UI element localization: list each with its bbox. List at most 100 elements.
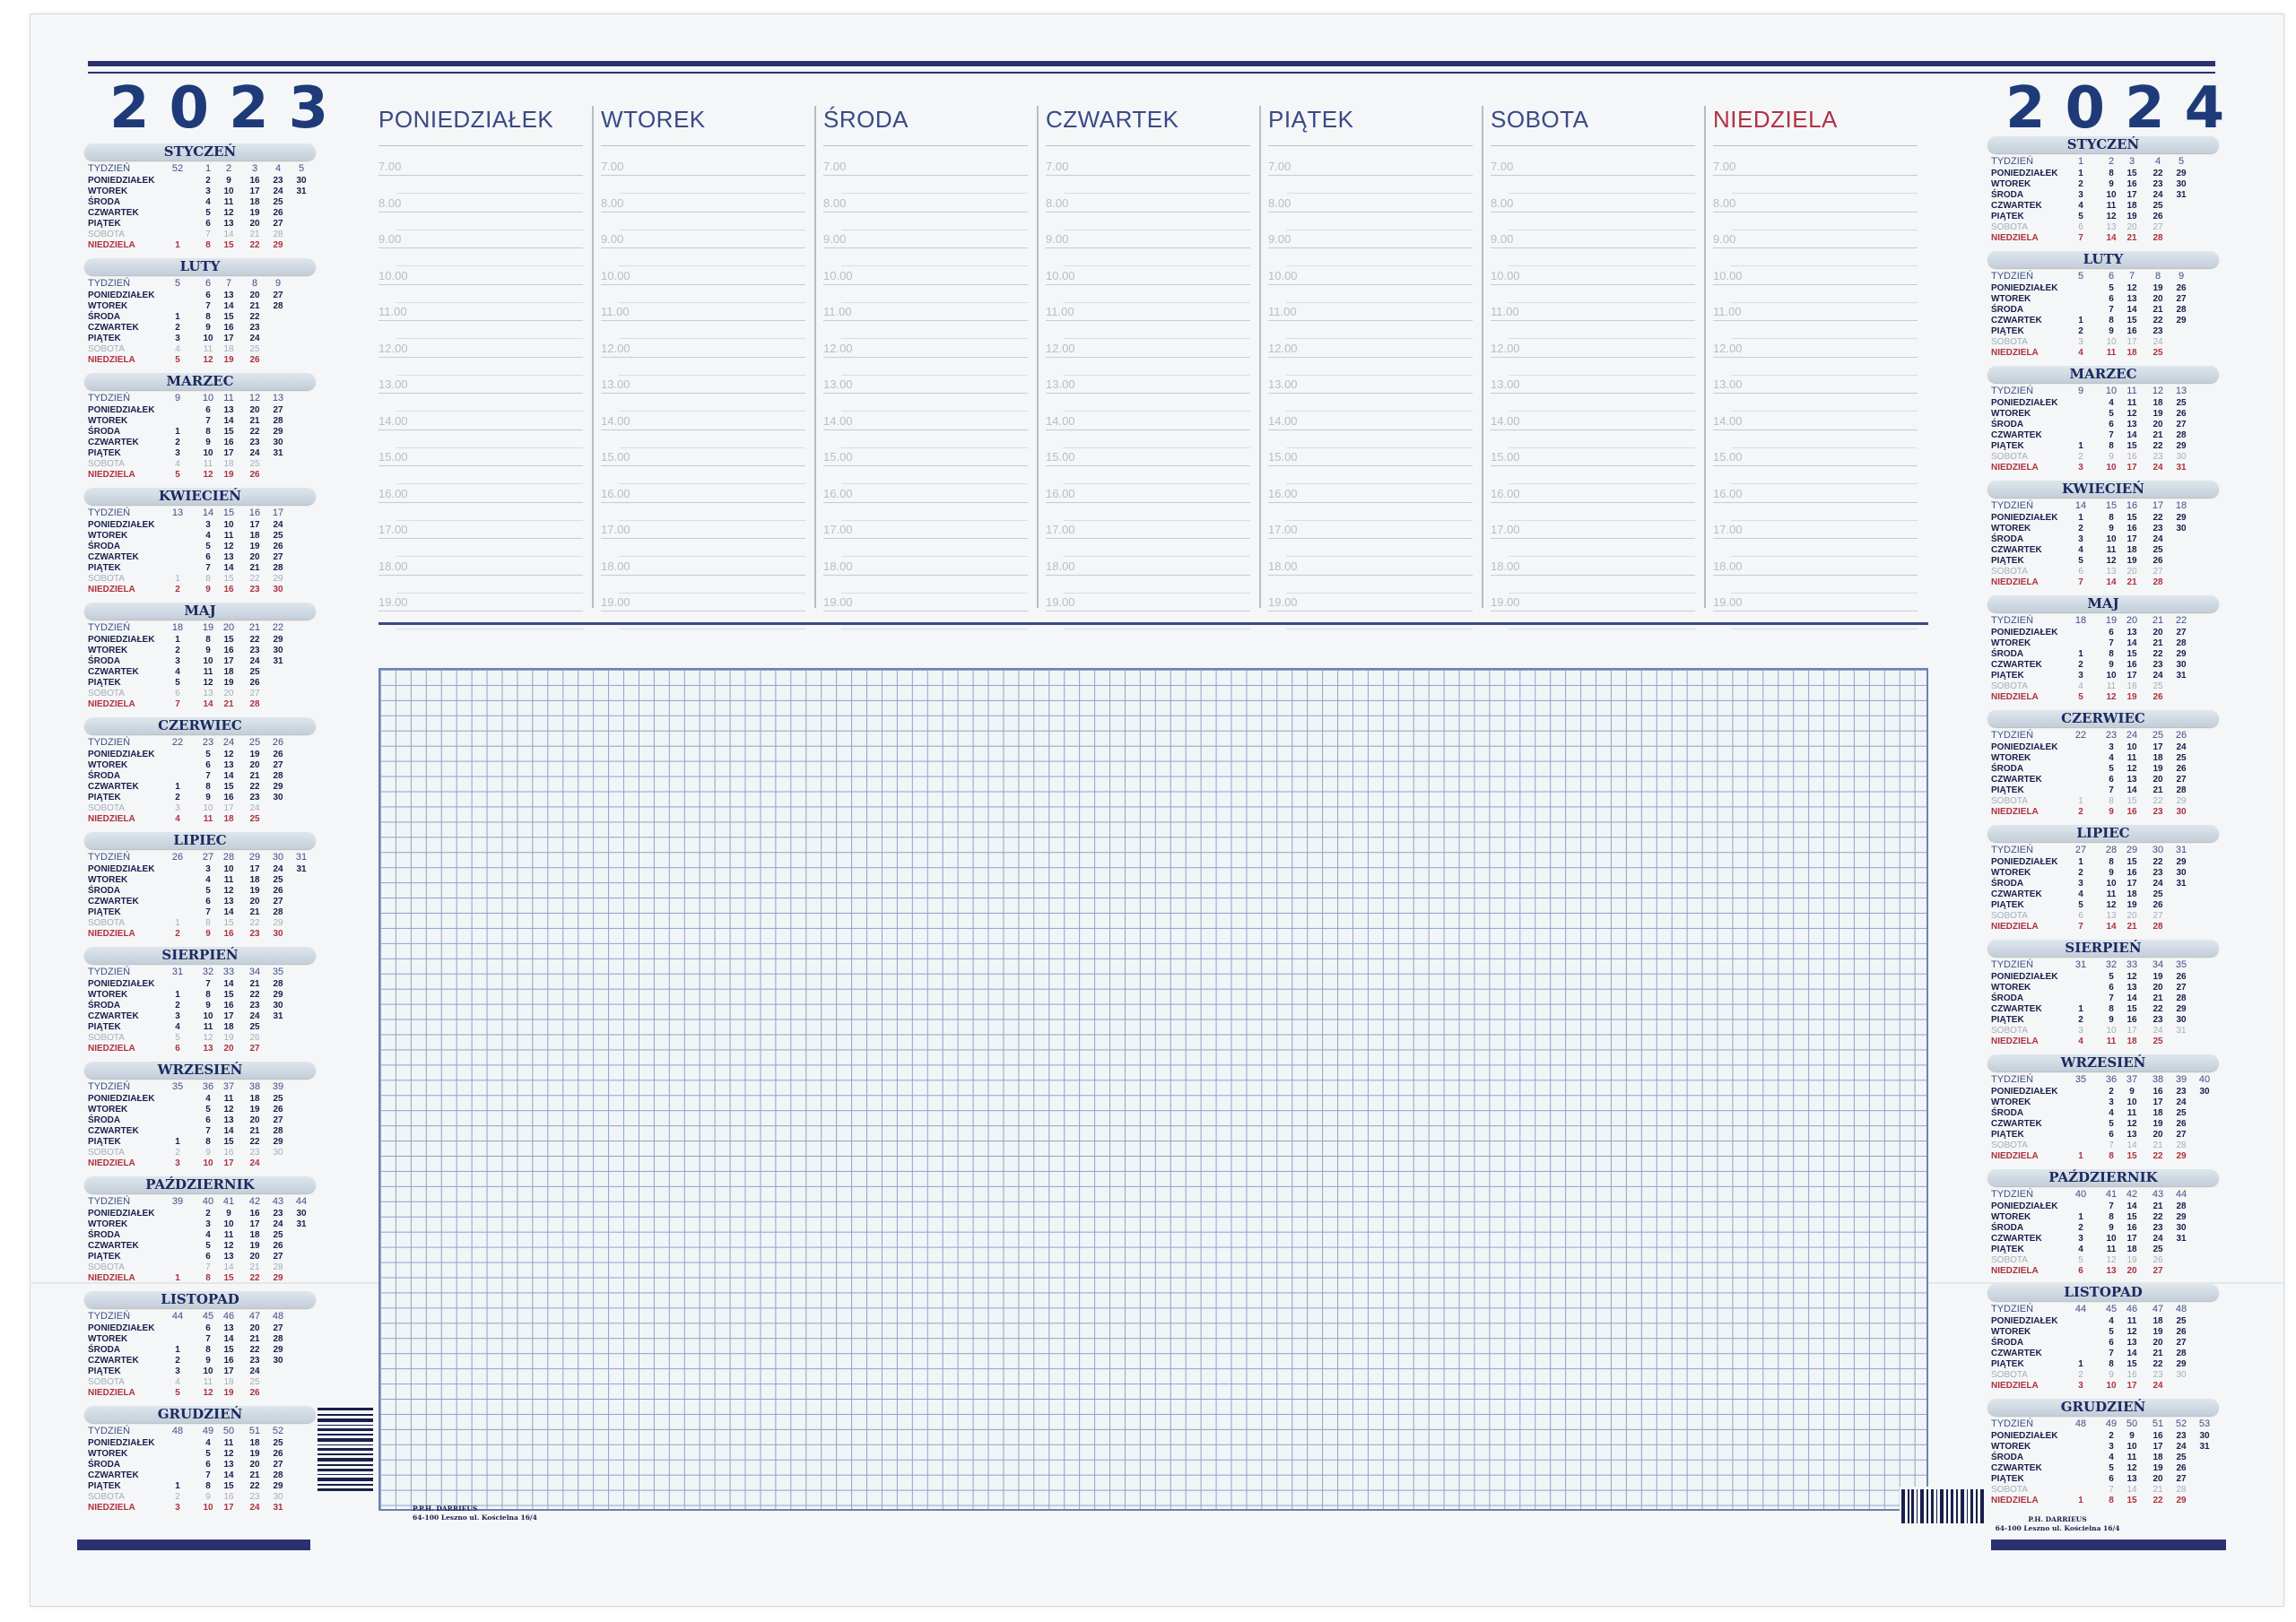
weekday-label: PIĄTEK (1991, 556, 2024, 566)
day-number: 30 (273, 1492, 283, 1502)
weekday-label: SOBOTA (88, 1262, 125, 1272)
planner-hour-rule (1046, 356, 1250, 358)
day-number: 29 (273, 782, 283, 792)
weekday-label: ŚRODA (88, 1001, 121, 1010)
planner-half-hour-rule (1731, 592, 1918, 594)
day-number: 4 (2078, 1245, 2083, 1254)
day-number: 26 (2152, 692, 2163, 702)
weekday-label: NIEDZIELA (1991, 1151, 2039, 1161)
day-number: 4 (175, 667, 180, 677)
weekday-label: PIĄTEK (1991, 785, 2024, 795)
day-number: 27 (2176, 628, 2187, 638)
planner-hour-label: 9.00 (1713, 232, 1736, 246)
planner-half-hour-rule (396, 338, 583, 339)
day-number: 15 (223, 1273, 234, 1283)
planner-hour-label: 18.00 (1046, 559, 1075, 573)
day-number: 11 (223, 531, 234, 541)
day-number: 2 (175, 793, 180, 802)
planner-hour-label: 12.00 (601, 341, 631, 355)
planner-hour-label: 11.00 (378, 305, 407, 318)
day-number: 15 (223, 990, 234, 1000)
weekday-label: SOBOTA (88, 459, 125, 469)
day-number: 1 (175, 635, 180, 645)
day-number: 21 (249, 1334, 260, 1344)
month-block: MARZEC TYDZIEŃ 9 10 11 12 13 PONIEDZIAŁEK 6 13 20 2… (84, 373, 317, 488)
planner-hour-rule (1046, 465, 1250, 466)
planner-hour-label: 16.00 (1268, 486, 1298, 500)
day-number: 2 (175, 646, 180, 655)
day-number: 15 (223, 635, 234, 645)
day-number: 15 (223, 240, 234, 250)
planner-half-hour-rule (396, 592, 583, 594)
planner-hour-label: 16.00 (601, 486, 631, 500)
weekday-label: NIEDZIELA (88, 1388, 135, 1398)
barcode-right (1900, 1487, 1986, 1526)
day-number: 20 (2126, 911, 2137, 921)
day-number: 29 (2176, 441, 2187, 451)
day-number: 15 (2126, 857, 2137, 867)
day-number: 27 (249, 689, 260, 698)
day-number: 3 (175, 1158, 180, 1168)
day-number: 2 (2078, 807, 2083, 817)
week-label: TYDZIEŃ (1991, 271, 2034, 282)
day-number: 22 (2152, 857, 2163, 867)
day-number: 23 (249, 585, 260, 594)
planner-column-separator (1259, 106, 1261, 608)
day-number: 23 (2152, 1015, 2163, 1025)
day-number: 6 (2078, 567, 2083, 577)
day-number: 14 (223, 1470, 234, 1480)
imprint-left-line2: 64-100 Leszno ul. Kościelna 16/4 (413, 1514, 537, 1522)
month-block: WRZESIEŃ TYDZIEŃ 35 36 37 38 39 40 PONIEDZIAŁEK 2… (1987, 1054, 2221, 1169)
planner-hour-label: 7.00 (1491, 160, 1514, 173)
day-number: 18 (249, 875, 260, 885)
weekday-label: PONIEDZIAŁEK (88, 635, 155, 645)
planner-half-hour-rule (1509, 447, 1695, 448)
day-number: 23 (2152, 524, 2163, 533)
planner-half-hour-rule (841, 483, 1028, 484)
planner-hour-rule (1046, 247, 1250, 248)
day-number: 13 (2126, 1474, 2137, 1484)
day-number: 27 (273, 405, 283, 415)
day-number: 18 (223, 1022, 234, 1032)
day-number: 26 (273, 886, 283, 896)
month-block: KWIECIEŃ TYDZIEŃ 14 15 16 17 18 PONIEDZIAŁEK 1 8 1… (1987, 481, 2221, 595)
planner-hour-rule (1491, 538, 1695, 539)
week-number: 11 (223, 393, 234, 403)
week-number: 43 (2152, 1189, 2164, 1200)
weekday-label: CZWARTEK (1991, 201, 2042, 211)
day-number: 19 (2152, 283, 2163, 293)
month-block: PAŹDZIERNIK TYDZIEŃ 40 41 42 43 44 PONIEDZIAŁEK… (1987, 1169, 2221, 1284)
week-label: TYDZIEŃ (88, 278, 131, 289)
weekday-label: ŚRODA (1991, 420, 2024, 429)
day-number: 23 (2152, 1223, 2163, 1233)
day-number: 29 (273, 990, 283, 1000)
weekday-label: PONIEDZIAŁEK (1991, 1087, 2058, 1097)
day-number: 2 (2078, 1223, 2083, 1233)
planner-half-hour-rule (396, 193, 583, 194)
planner-half-hour-rule (396, 265, 583, 266)
day-number: 23 (2176, 1087, 2187, 1097)
weekday-label: PIĄTEK (1991, 1359, 2024, 1369)
day-number: 21 (2152, 638, 2163, 648)
day-number: 22 (249, 574, 260, 584)
weekday-label: WTOREK (1991, 868, 2031, 878)
planner-half-hour-rule (619, 411, 805, 412)
weekday-label: NIEDZIELA (88, 355, 135, 365)
weekday-label: PONIEDZIAŁEK (1991, 169, 2058, 178)
planner-hour-label: 12.00 (1268, 341, 1298, 355)
day-number: 19 (2126, 900, 2137, 910)
planner-hour-label: 7.00 (1046, 160, 1069, 173)
planner-hour-label: 7.00 (823, 160, 847, 173)
week-number: 52 (171, 163, 184, 174)
week-label: TYDZIEŃ (88, 967, 131, 977)
day-number: 19 (2152, 1327, 2163, 1337)
planner-hour-label: 19.00 (1046, 595, 1075, 609)
day-number: 17 (2126, 879, 2137, 889)
week-label: TYDZIEŃ (1991, 730, 2034, 741)
week-number: 3 (251, 163, 258, 174)
weekday-label: SOBOTA (1991, 1370, 2028, 1380)
planner-heading-rule (1046, 145, 1250, 146)
planner-half-hour-rule (1064, 556, 1250, 557)
day-number: 16 (2126, 1223, 2137, 1233)
day-number: 19 (223, 1033, 234, 1043)
